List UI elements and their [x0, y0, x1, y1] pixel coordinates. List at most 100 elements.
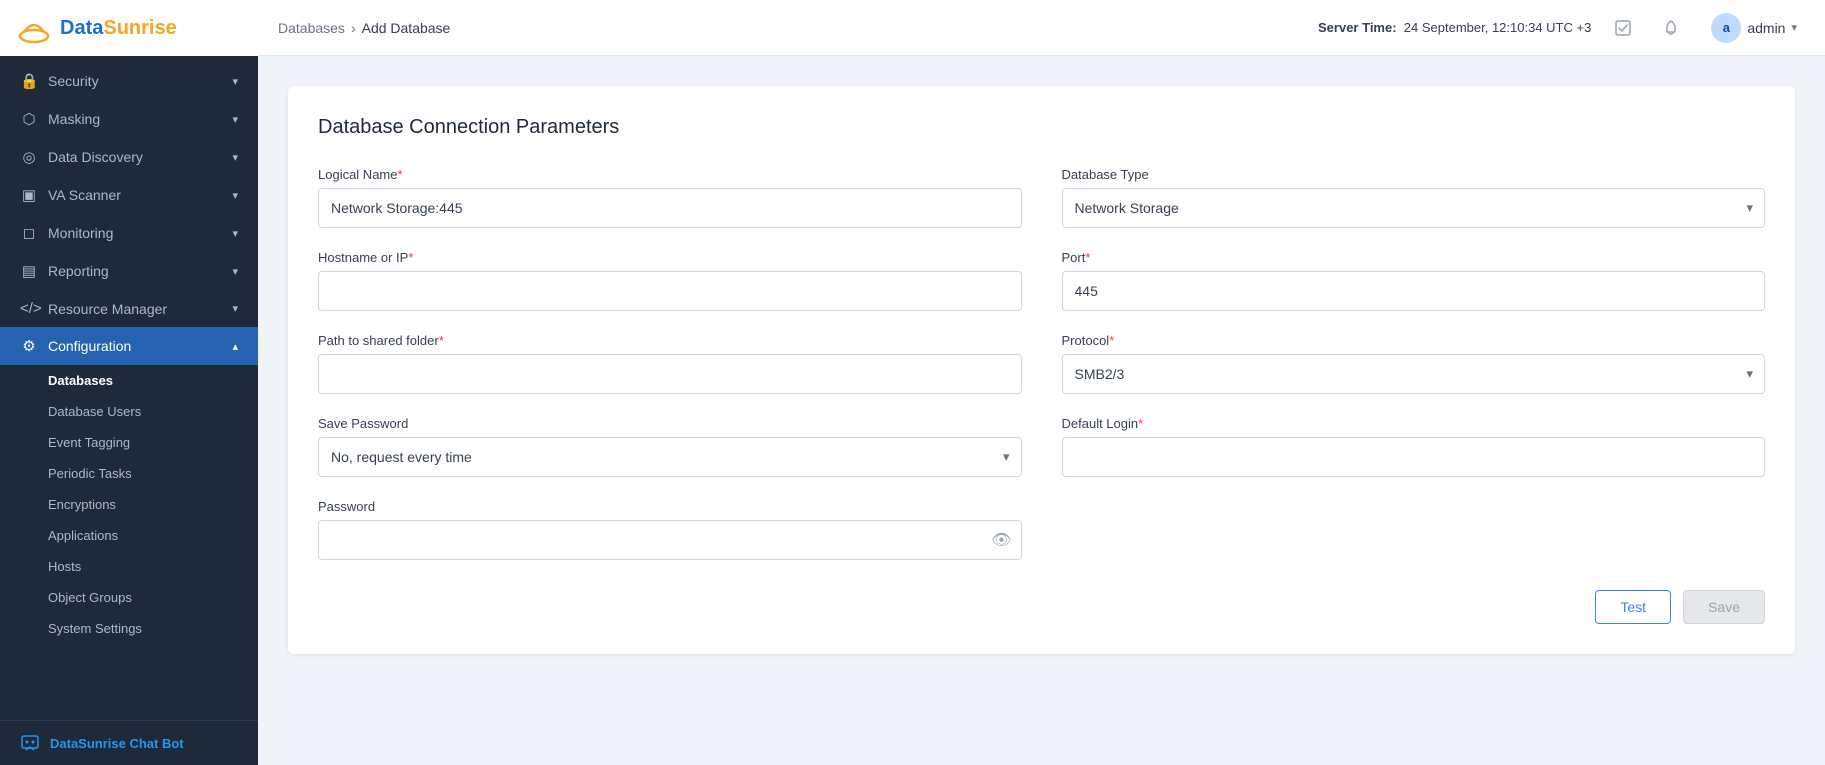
header-right: Server Time: 24 September, 12:10:34 UTC …: [1318, 9, 1805, 47]
password-input[interactable]: [318, 520, 1022, 560]
submenu-item-object-groups[interactable]: Object Groups: [0, 582, 258, 613]
checkmark-icon[interactable]: [1607, 12, 1639, 44]
database-type-select-wrapper: Network Storage MySQL PostgreSQL: [1062, 188, 1766, 228]
protocol-select-wrapper: SMB2/3 SMB1 NFS: [1062, 354, 1766, 394]
sidebar-item-masking[interactable]: ⬡ Masking ▾: [0, 100, 258, 138]
sidebar-menu: 🔒 Security ▾ ⬡ Masking ▾ ◎ Data Discover…: [0, 56, 258, 720]
submenu-label: System Settings: [48, 621, 142, 636]
port-group: Port*: [1062, 250, 1766, 311]
submenu-item-applications[interactable]: Applications: [0, 520, 258, 551]
save-password-select[interactable]: No, request every time Yes, save passwor…: [318, 437, 1022, 477]
submenu-label: Applications: [48, 528, 118, 543]
path-input[interactable]: [318, 354, 1022, 394]
logical-name-label: Logical Name*: [318, 167, 1022, 182]
resource-manager-icon: </>: [20, 300, 38, 317]
sidebar-item-label: VA Scanner: [48, 187, 121, 203]
logo: DataSunrise: [0, 0, 258, 56]
save-button[interactable]: Save: [1683, 590, 1765, 624]
breadcrumb-current: Add Database: [362, 20, 451, 36]
default-login-label: Default Login*: [1062, 416, 1766, 431]
sidebar-item-security[interactable]: 🔒 Security ▾: [0, 62, 258, 100]
database-type-select[interactable]: Network Storage MySQL PostgreSQL: [1062, 188, 1766, 228]
masking-icon: ⬡: [20, 110, 38, 128]
submenu-item-periodic-tasks[interactable]: Periodic Tasks: [0, 458, 258, 489]
security-icon: 🔒: [20, 72, 38, 90]
logo-data: Data: [60, 17, 103, 39]
sidebar-item-configuration[interactable]: ⚙ Configuration ▴: [0, 327, 258, 365]
form-grid: Logical Name* Database Type Network Stor…: [318, 167, 1765, 560]
chevron-icon: ▾: [232, 265, 238, 278]
main-content: Databases › Add Database Server Time: 24…: [258, 0, 1825, 765]
port-label: Port*: [1062, 250, 1766, 265]
eye-icon[interactable]: 👁: [991, 530, 1011, 550]
submenu-item-databases[interactable]: Databases: [0, 365, 258, 396]
sidebar-item-label: Resource Manager: [48, 301, 167, 317]
form-title: Database Connection Parameters: [318, 116, 1765, 139]
submenu-label: Periodic Tasks: [48, 466, 132, 481]
submenu-item-system-settings[interactable]: System Settings: [0, 613, 258, 644]
submenu-label: Database Users: [48, 404, 141, 419]
submenu-item-event-tagging[interactable]: Event Tagging: [0, 427, 258, 458]
sidebar-item-label: Configuration: [48, 338, 131, 354]
breadcrumb-parent[interactable]: Databases: [278, 20, 345, 36]
avatar-button[interactable]: a admin ▾: [1703, 9, 1805, 47]
chevron-icon: ▾: [232, 227, 238, 240]
sidebar-item-label: Monitoring: [48, 225, 113, 241]
sidebar-item-label: Reporting: [48, 263, 109, 279]
path-label: Path to shared folder*: [318, 333, 1022, 348]
submenu-label: Databases: [48, 373, 113, 388]
admin-label: admin: [1747, 20, 1785, 36]
save-password-select-wrapper: No, request every time Yes, save passwor…: [318, 437, 1022, 477]
sidebar-item-va-scanner[interactable]: ▣ VA Scanner ▾: [0, 176, 258, 214]
submenu-item-encryptions[interactable]: Encryptions: [0, 489, 258, 520]
sidebar: DataSunrise 🔒 Security ▾ ⬡ Masking ▾ ◎ D…: [0, 0, 258, 765]
data-discovery-icon: ◎: [20, 148, 38, 166]
default-login-group: Default Login*: [1062, 416, 1766, 477]
sidebar-item-label: Security: [48, 73, 99, 89]
submenu-label: Hosts: [48, 559, 81, 574]
submenu-item-hosts[interactable]: Hosts: [0, 551, 258, 582]
chevron-icon: ▾: [232, 75, 238, 88]
bell-icon[interactable]: [1655, 12, 1687, 44]
page-body: Database Connection Parameters Logical N…: [258, 56, 1825, 765]
header: Databases › Add Database Server Time: 24…: [258, 0, 1825, 56]
monitoring-icon: ◻: [20, 224, 38, 242]
submenu-label: Encryptions: [48, 497, 116, 512]
protocol-group: Protocol* SMB2/3 SMB1 NFS: [1062, 333, 1766, 394]
port-input[interactable]: [1062, 271, 1766, 311]
logical-name-group: Logical Name*: [318, 167, 1022, 228]
logical-name-input[interactable]: [318, 188, 1022, 228]
va-scanner-icon: ▣: [20, 186, 38, 204]
protocol-label: Protocol*: [1062, 333, 1766, 348]
hostname-input[interactable]: [318, 271, 1022, 311]
chevron-up-icon: ▴: [232, 340, 238, 353]
default-login-input[interactable]: [1062, 437, 1766, 477]
breadcrumb: Databases › Add Database: [278, 20, 450, 36]
reporting-icon: ▤: [20, 262, 38, 280]
avatar: a: [1711, 13, 1741, 43]
password-label: Password: [318, 499, 1022, 514]
sidebar-item-monitoring[interactable]: ◻ Monitoring ▾: [0, 214, 258, 252]
chevron-icon: ▾: [232, 302, 238, 315]
protocol-select[interactable]: SMB2/3 SMB1 NFS: [1062, 354, 1766, 394]
sidebar-item-reporting[interactable]: ▤ Reporting ▾: [0, 252, 258, 290]
password-group: Password 👁: [318, 499, 1022, 560]
submenu-item-database-users[interactable]: Database Users: [0, 396, 258, 427]
save-password-label: Save Password: [318, 416, 1022, 431]
sidebar-item-resource-manager[interactable]: </> Resource Manager ▾: [0, 290, 258, 327]
empty-cell: [1062, 499, 1766, 560]
sidebar-item-data-discovery[interactable]: ◎ Data Discovery ▾: [0, 138, 258, 176]
admin-chevron-icon: ▾: [1791, 21, 1797, 34]
hostname-group: Hostname or IP*: [318, 250, 1022, 311]
save-password-group: Save Password No, request every time Yes…: [318, 416, 1022, 477]
submenu-label: Event Tagging: [48, 435, 130, 450]
chatbot-button[interactable]: DataSunrise Chat Bot: [0, 720, 258, 765]
chatbot-label: DataSunrise Chat Bot: [50, 736, 184, 751]
logo-sunrise: Sunrise: [103, 17, 176, 39]
path-group: Path to shared folder*: [318, 333, 1022, 394]
form-actions: Test Save: [318, 590, 1765, 624]
test-button[interactable]: Test: [1595, 590, 1671, 624]
configuration-icon: ⚙: [20, 337, 38, 355]
sidebar-item-label: Data Discovery: [48, 149, 143, 165]
database-type-label: Database Type: [1062, 167, 1766, 182]
